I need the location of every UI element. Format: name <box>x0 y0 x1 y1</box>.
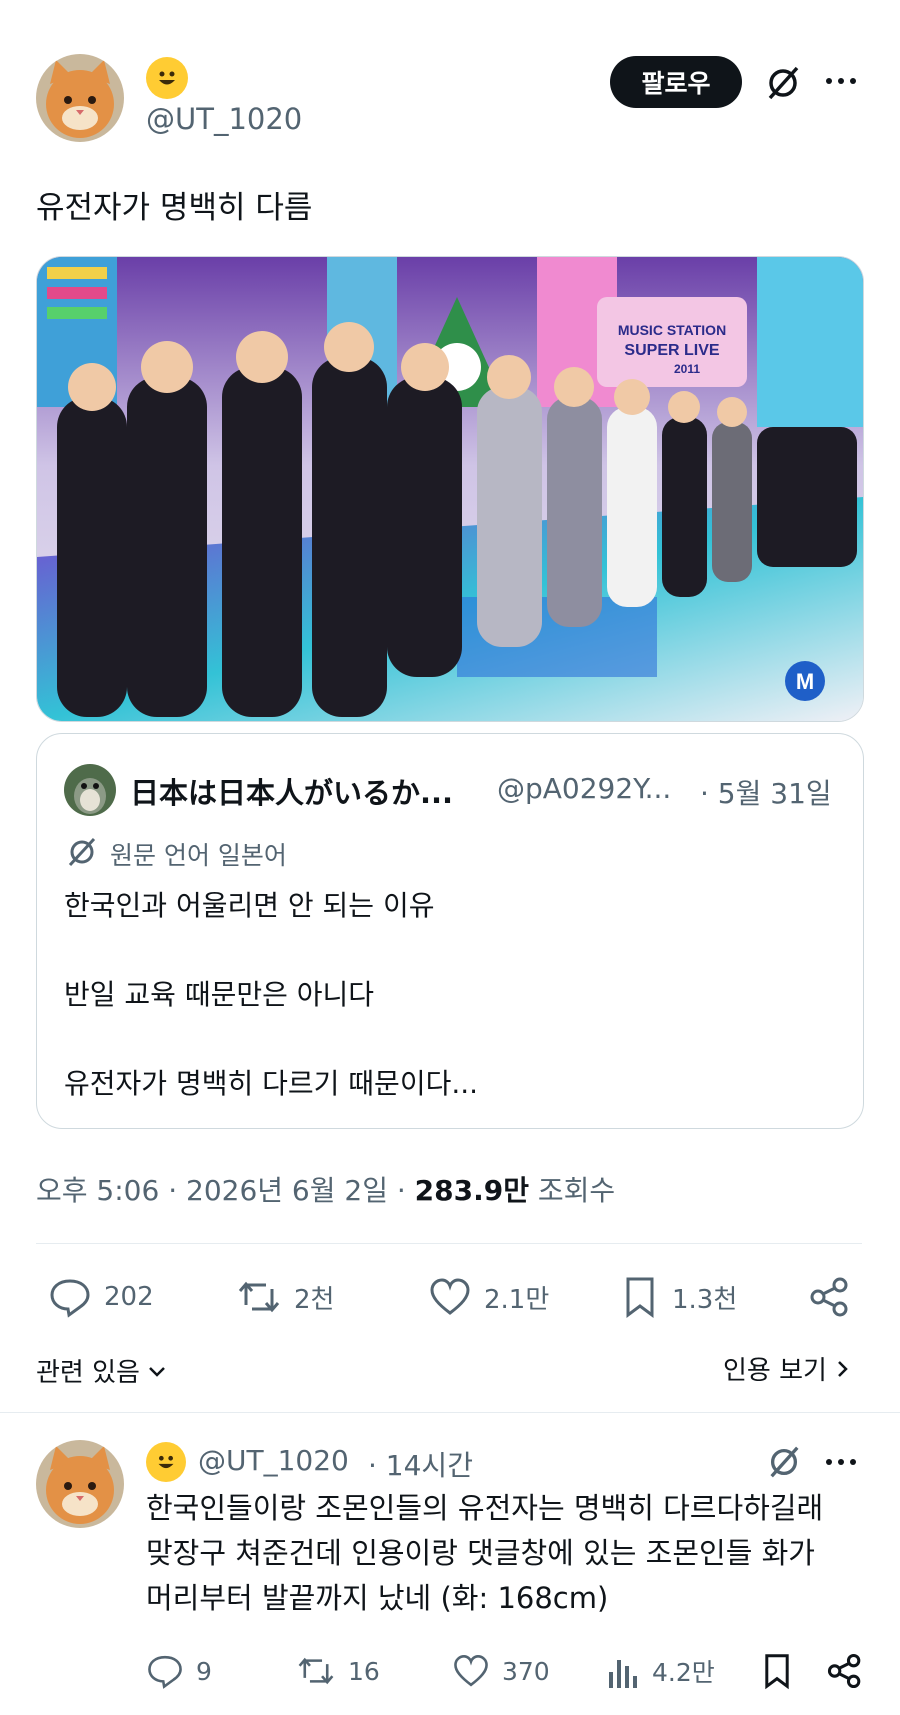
views-count: 283.9만 <box>414 1174 529 1207</box>
reply-like-count: 370 <box>502 1656 550 1686</box>
reply-text-line-2: 맞장구 쳐준건데 인용이랑 댓글창에 있는 조몬인들 화가 <box>146 1536 815 1570</box>
repost-button[interactable]: 2천 <box>236 1275 334 1319</box>
bookmark-count: 1.3천 <box>672 1284 738 1315</box>
reply-text-line-1: 한국인들이랑 조몬인들의 유전자는 명백히 다르다하길래 <box>146 1491 824 1525</box>
divider <box>36 1243 862 1244</box>
translate-icon[interactable] <box>762 62 804 104</box>
quoted-date: · 5월 31일 <box>700 777 832 810</box>
post-media-image[interactable]: MUSIC STATION SUPER LIVE 2011 M <box>36 256 864 722</box>
reply-reply-count: 9 <box>196 1656 212 1686</box>
repost-icon <box>238 1281 280 1313</box>
share-icon <box>827 1653 861 1689</box>
reply-like-button[interactable]: 370 <box>452 1652 550 1690</box>
chevron-right-icon <box>838 1360 848 1377</box>
post-text: 유전자가 명백히 다름 <box>36 190 313 226</box>
reply-repost-button[interactable]: 16 <box>296 1652 380 1690</box>
post-timestamp: 오후 5:06 · 2026년 6월 2일 · <box>36 1174 415 1207</box>
smile-emoji-icon <box>146 57 188 99</box>
quoted-handle[interactable]: @pA0292Y... <box>497 772 671 805</box>
views-label: 조회수 <box>529 1174 616 1207</box>
view-quotes-label: 인용 보기 <box>723 1356 827 1386</box>
like-icon <box>454 1655 488 1687</box>
reply-count: 202 <box>104 1282 154 1312</box>
quoted-text-line-1: 한국인과 어울리면 안 되는 이유 <box>64 889 435 922</box>
smile-emoji-icon <box>146 1442 186 1482</box>
view-quotes-link[interactable]: 인용 보기 <box>723 1350 853 1387</box>
reply-repost-count: 16 <box>348 1656 380 1686</box>
media-channel-badge: M <box>796 669 814 694</box>
author-handle[interactable]: @UT_1020 <box>146 102 302 136</box>
reply-icon <box>148 1655 182 1689</box>
original-language-label: 원문 언어 일본어 <box>110 841 287 870</box>
repost-icon <box>298 1657 334 1685</box>
author-avatar[interactable] <box>36 54 124 142</box>
follow-button[interactable]: 팔로우 <box>610 56 742 108</box>
like-count: 2.1만 <box>484 1284 550 1315</box>
bookmark-icon <box>765 1654 789 1690</box>
repost-count: 2천 <box>294 1284 335 1315</box>
banner-line-2: SUPER LIVE <box>624 342 719 359</box>
bookmark-icon <box>626 1277 654 1318</box>
banner-line-3: 2011 <box>674 362 700 376</box>
banner-line-1: MUSIC STATION <box>618 322 726 338</box>
share-button[interactable] <box>808 1275 852 1319</box>
reply-time: · 14시간 <box>368 1449 473 1482</box>
quoted-text-line-2: 반일 교육 때문만은 아니다 <box>64 978 375 1011</box>
quoted-display-name[interactable]: 日本は日本人がいるか... <box>130 770 453 812</box>
reply-author-avatar[interactable] <box>36 1440 124 1528</box>
quoted-author-avatar[interactable] <box>64 764 116 816</box>
bookmark-button[interactable]: 1.3천 <box>620 1275 737 1319</box>
share-icon <box>810 1277 848 1317</box>
post-timestamp-row: 오후 5:06 · 2026년 6월 2일 · 283.9만 조회수 <box>36 1169 615 1209</box>
more-icon[interactable] <box>826 78 856 84</box>
reply-views-count: 4.2만 <box>652 1658 715 1687</box>
like-icon <box>430 1278 470 1315</box>
divider <box>0 1412 900 1413</box>
reply-share-button[interactable] <box>826 1652 864 1690</box>
views-icon <box>609 1660 637 1688</box>
reply-icon <box>50 1279 90 1318</box>
reply-reply-button[interactable]: 9 <box>146 1652 212 1690</box>
related-toggle[interactable]: 관련 있음 <box>36 1352 168 1389</box>
chevron-down-icon <box>149 1366 165 1377</box>
reply-text-line-3: 머리부터 발끝까지 났네 (화: 168cm) <box>146 1581 609 1615</box>
translate-icon <box>66 836 98 872</box>
reply-bookmark-button[interactable] <box>760 1652 794 1690</box>
quoted-text-line-3: 유전자가 명백히 다르기 때문이다... <box>64 1067 479 1100</box>
like-button[interactable]: 2.1만 <box>428 1275 549 1319</box>
reply-button[interactable]: 202 <box>48 1275 154 1319</box>
reply-views-button[interactable]: 4.2만 <box>606 1652 715 1690</box>
related-label: 관련 있음 <box>36 1358 140 1388</box>
translate-icon[interactable] <box>764 1442 804 1482</box>
reply-handle[interactable]: @UT_1020 <box>198 1444 349 1477</box>
more-icon[interactable] <box>826 1459 856 1465</box>
